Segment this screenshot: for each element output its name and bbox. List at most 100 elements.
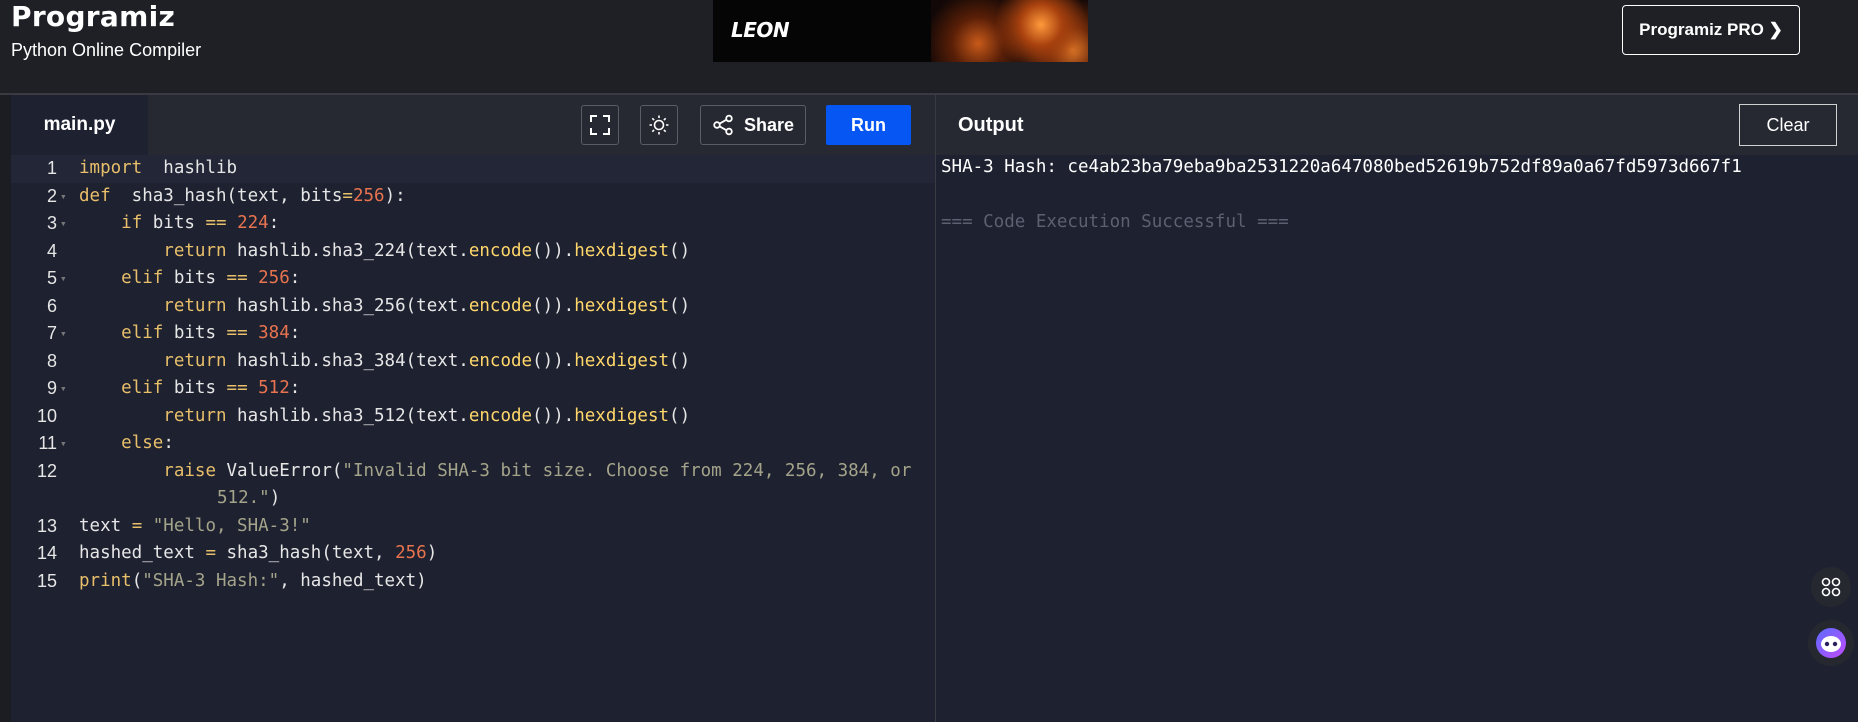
clear-button[interactable]: Clear: [1739, 104, 1837, 146]
code-token: elif: [121, 323, 164, 343]
run-button[interactable]: Run: [826, 105, 911, 145]
code-token: if: [121, 213, 143, 233]
assistant-button[interactable]: [1808, 620, 1854, 666]
code-line-text: def sha3_hash(text, bits=256):: [79, 183, 406, 211]
code-line[interactable]: 4 return hashlib.sha3_224(text.encode())…: [11, 238, 935, 266]
code-line-text: elif bits == 384:: [79, 320, 300, 348]
fullscreen-icon: [590, 115, 610, 135]
code-token: elif: [121, 268, 164, 288]
code-line[interactable]: 8 return hashlib.sha3_384(text.encode())…: [11, 348, 935, 376]
execution-status: === Code Execution Successful ===: [941, 212, 1289, 232]
sun-icon: [649, 115, 669, 135]
code-line[interactable]: 2 ▾ def sha3_hash(text, bits=256):: [11, 183, 935, 211]
code-token: return: [163, 295, 227, 316]
code-line-text: return hashlib.sha3_224(text.encode()).h…: [79, 238, 690, 266]
code-line-text: return hashlib.sha3_256(text.encode()).h…: [79, 293, 690, 321]
code-token: sha3_hash(text,: [215, 543, 396, 563]
code-line-text: elif bits == 512:: [79, 375, 300, 403]
theme-toggle-button[interactable]: [640, 105, 678, 145]
fullscreen-button[interactable]: [581, 105, 619, 145]
code-token: encode: [468, 240, 533, 261]
code-token: return: [163, 405, 227, 426]
line-number: 1: [46, 158, 57, 178]
code-token: encode: [468, 405, 533, 426]
line-number: 13: [36, 515, 57, 536]
tab-main-py[interactable]: main.py: [11, 95, 148, 155]
code-token: =: [205, 543, 216, 563]
top-header: Programiz Python Online Compiler LEON Pr…: [0, 0, 1858, 95]
code-area[interactable]: 1 import hashlib 2 ▾ def sha3_hash(text, bit…: [11, 155, 935, 595]
code-token: ==: [226, 323, 248, 343]
output-result: SHA-3 Hash: ce4ab23ba79eba9ba2531220a647…: [941, 157, 1742, 177]
code-token: "Invalid SHA-3 bit size. Choose from 224…: [342, 460, 912, 481]
code-line[interactable]: 9 ▾ elif bits == 512:: [11, 375, 935, 403]
code-token: , hashed_text): [279, 570, 427, 591]
code-token: return: [163, 350, 227, 371]
code-token: ): [269, 488, 281, 508]
code-line-text: hashed_text = sha3_hash(text, 256): [79, 540, 437, 568]
code-line[interactable]: 7 ▾ elif bits == 384:: [11, 320, 935, 348]
code-line[interactable]: 10 return hashlib.sha3_512(text.encode()…: [11, 403, 935, 431]
advertisement-banner[interactable]: LEON: [713, 0, 1088, 62]
code-token: hexdigest: [574, 405, 670, 426]
code-line-text: else:: [79, 430, 174, 458]
code-token: (): [669, 350, 691, 371]
code-token: hashlib: [142, 158, 238, 178]
code-line-wrap[interactable]: 512."): [11, 485, 935, 513]
programiz-logo[interactable]: Programiz: [11, 0, 201, 34]
code-token: ==: [205, 213, 227, 233]
code-line[interactable]: 5 ▾ elif bits == 256:: [11, 265, 935, 293]
code-line[interactable]: 3 ▾ if bits == 224:: [11, 210, 935, 238]
code-token: elif: [121, 378, 164, 398]
code-token: =: [131, 515, 143, 536]
programiz-pro-button[interactable]: Programiz PRO ❯: [1622, 5, 1800, 55]
code-editor-panel: main.py Share Run 1 import hashlib 2 ▾ def s…: [11, 95, 936, 722]
fold-arrow-icon[interactable]: ▾: [60, 320, 67, 348]
code-token: print: [79, 570, 132, 591]
code-line[interactable]: 6 return hashlib.sha3_256(text.encode())…: [11, 293, 935, 321]
code-token: 224: [226, 213, 269, 233]
code-line[interactable]: 15 print("SHA-3 Hash:", hashed_text): [11, 568, 935, 596]
code-line[interactable]: 11 ▾ else:: [11, 430, 935, 458]
fold-arrow-icon[interactable]: ▾: [60, 375, 67, 403]
fold-arrow-icon[interactable]: ▾: [60, 183, 67, 211]
code-line[interactable]: 13 text = "Hello, SHA-3!": [11, 513, 935, 541]
share-button[interactable]: Share: [700, 105, 806, 145]
apps-button[interactable]: [1811, 567, 1851, 607]
code-token: else: [121, 433, 164, 453]
line-number: 15: [36, 570, 57, 591]
line-number: 3: [46, 213, 57, 233]
line-number: 11: [38, 433, 57, 453]
code-token: 256: [247, 268, 290, 288]
code-token: ): [426, 543, 438, 563]
fold-arrow-icon[interactable]: ▾: [60, 430, 67, 458]
code-token: hexdigest: [574, 295, 670, 316]
code-token: text: [79, 515, 132, 536]
code-line-text: elif bits == 256:: [79, 265, 300, 293]
chatbot-icon: [1816, 628, 1846, 658]
brand[interactable]: Programiz Python Online Compiler: [11, 0, 201, 61]
code-line[interactable]: 14 hashed_text = sha3_hash(text, 256): [11, 540, 935, 568]
code-token: :: [289, 323, 301, 343]
code-token: "SHA-3 Hash:": [142, 570, 280, 591]
share-icon: [713, 114, 733, 136]
code-token: ()).: [532, 405, 575, 426]
fold-arrow-icon[interactable]: ▾: [60, 210, 67, 238]
code-token: bits: [163, 268, 227, 288]
code-token: 256: [352, 185, 385, 206]
code-token: ==: [226, 378, 248, 398]
code-line[interactable]: 12 raise ValueError("Invalid SHA-3 bit s…: [11, 458, 935, 486]
code-line-text: import hashlib: [79, 155, 237, 183]
code-line[interactable]: 1 import hashlib: [11, 155, 935, 183]
fold-arrow-icon[interactable]: ▾: [60, 265, 67, 293]
code-token: ()).: [532, 350, 575, 371]
